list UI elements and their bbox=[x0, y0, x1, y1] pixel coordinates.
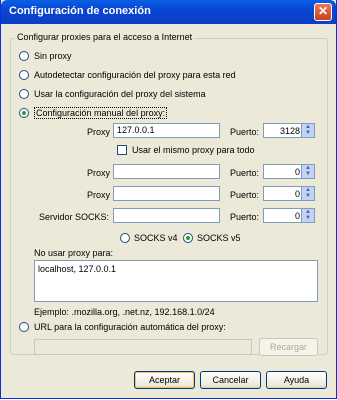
label-pac-url: URL para la configuración automática del… bbox=[34, 322, 226, 332]
http-proxy-input[interactable]: 127.0.0.1 bbox=[113, 123, 220, 138]
connection-settings-dialog: Configuración de conexión ✕ Configurar p… bbox=[0, 0, 337, 399]
radio-manual[interactable] bbox=[19, 108, 29, 118]
label-manual: Configuración manual del proxy: bbox=[34, 107, 168, 119]
help-button[interactable]: Ayuda bbox=[266, 371, 327, 389]
spinner-arrows-icon[interactable]: ▲ ▼ bbox=[301, 165, 314, 178]
ftp-port-stepper[interactable]: 0 ▲ ▼ bbox=[263, 186, 315, 201]
window-title: Configuración de conexión bbox=[9, 5, 151, 17]
label-socks-host: Servidor SOCKS: bbox=[39, 212, 110, 222]
cancel-button[interactable]: Cancelar bbox=[200, 371, 261, 389]
no-proxy-example: Ejemplo: .mozilla.org, .net.nz, 192.168.… bbox=[34, 307, 215, 317]
label-socks-v5: SOCKS v5 bbox=[197, 233, 241, 243]
http-port-stepper[interactable]: 3128 ▲ ▼ bbox=[263, 123, 315, 138]
label-no-proxy: Sin proxy bbox=[34, 51, 72, 61]
reload-button[interactable]: Recargar bbox=[259, 338, 318, 356]
label-ssl-port: Puerto: bbox=[230, 168, 260, 178]
label-socks-port: Puerto: bbox=[230, 212, 260, 222]
ssl-port-value: 0 bbox=[294, 167, 300, 177]
spinner-arrows-icon[interactable]: ▲ ▼ bbox=[301, 209, 314, 222]
http-port-value: 3128 bbox=[279, 126, 300, 136]
group-label: Configurar proxies para el acceso a Inte… bbox=[15, 32, 195, 42]
label-autodetect: Autodetectar configuración del proxy par… bbox=[34, 70, 236, 80]
radio-socks-v5[interactable] bbox=[183, 233, 193, 243]
same-proxy-checkbox[interactable] bbox=[117, 145, 127, 155]
radio-system[interactable] bbox=[19, 89, 29, 99]
radio-pac-url[interactable] bbox=[19, 322, 29, 332]
socks-host-input[interactable] bbox=[113, 208, 220, 223]
ssl-port-stepper[interactable]: 0 ▲ ▼ bbox=[263, 164, 315, 179]
ssl-proxy-input[interactable] bbox=[113, 164, 220, 179]
label-socks-v4: SOCKS v4 bbox=[134, 233, 178, 243]
spinner-arrows-icon[interactable]: ▲ ▼ bbox=[301, 124, 314, 137]
spinner-arrows-icon[interactable]: ▲ ▼ bbox=[301, 187, 314, 200]
ftp-port-value: 0 bbox=[294, 189, 300, 199]
radio-socks-v4[interactable] bbox=[120, 233, 130, 243]
socks-port-stepper[interactable]: 0 ▲ ▼ bbox=[263, 208, 315, 223]
label-system: Usar la configuración del proxy del sist… bbox=[34, 89, 206, 99]
label-http-port: Puerto: bbox=[230, 127, 260, 137]
pac-url-input[interactable] bbox=[34, 339, 252, 355]
accept-button[interactable]: Aceptar bbox=[134, 371, 195, 389]
radio-no-proxy[interactable] bbox=[19, 51, 29, 61]
socks-port-value: 0 bbox=[294, 211, 300, 221]
title-bar[interactable]: Configuración de conexión ✕ bbox=[1, 0, 336, 24]
close-icon[interactable]: ✕ bbox=[314, 3, 332, 21]
label-same-proxy: Usar el mismo proxy para todo bbox=[132, 145, 255, 155]
label-no-proxy-for: No usar proxy para: bbox=[34, 248, 114, 258]
label-ftp-port: Puerto: bbox=[230, 190, 260, 200]
ftp-proxy-input[interactable] bbox=[113, 186, 220, 201]
no-proxy-for-textarea[interactable]: localhost, 127.0.0.1 bbox=[34, 260, 318, 302]
radio-autodetect[interactable] bbox=[19, 70, 29, 80]
